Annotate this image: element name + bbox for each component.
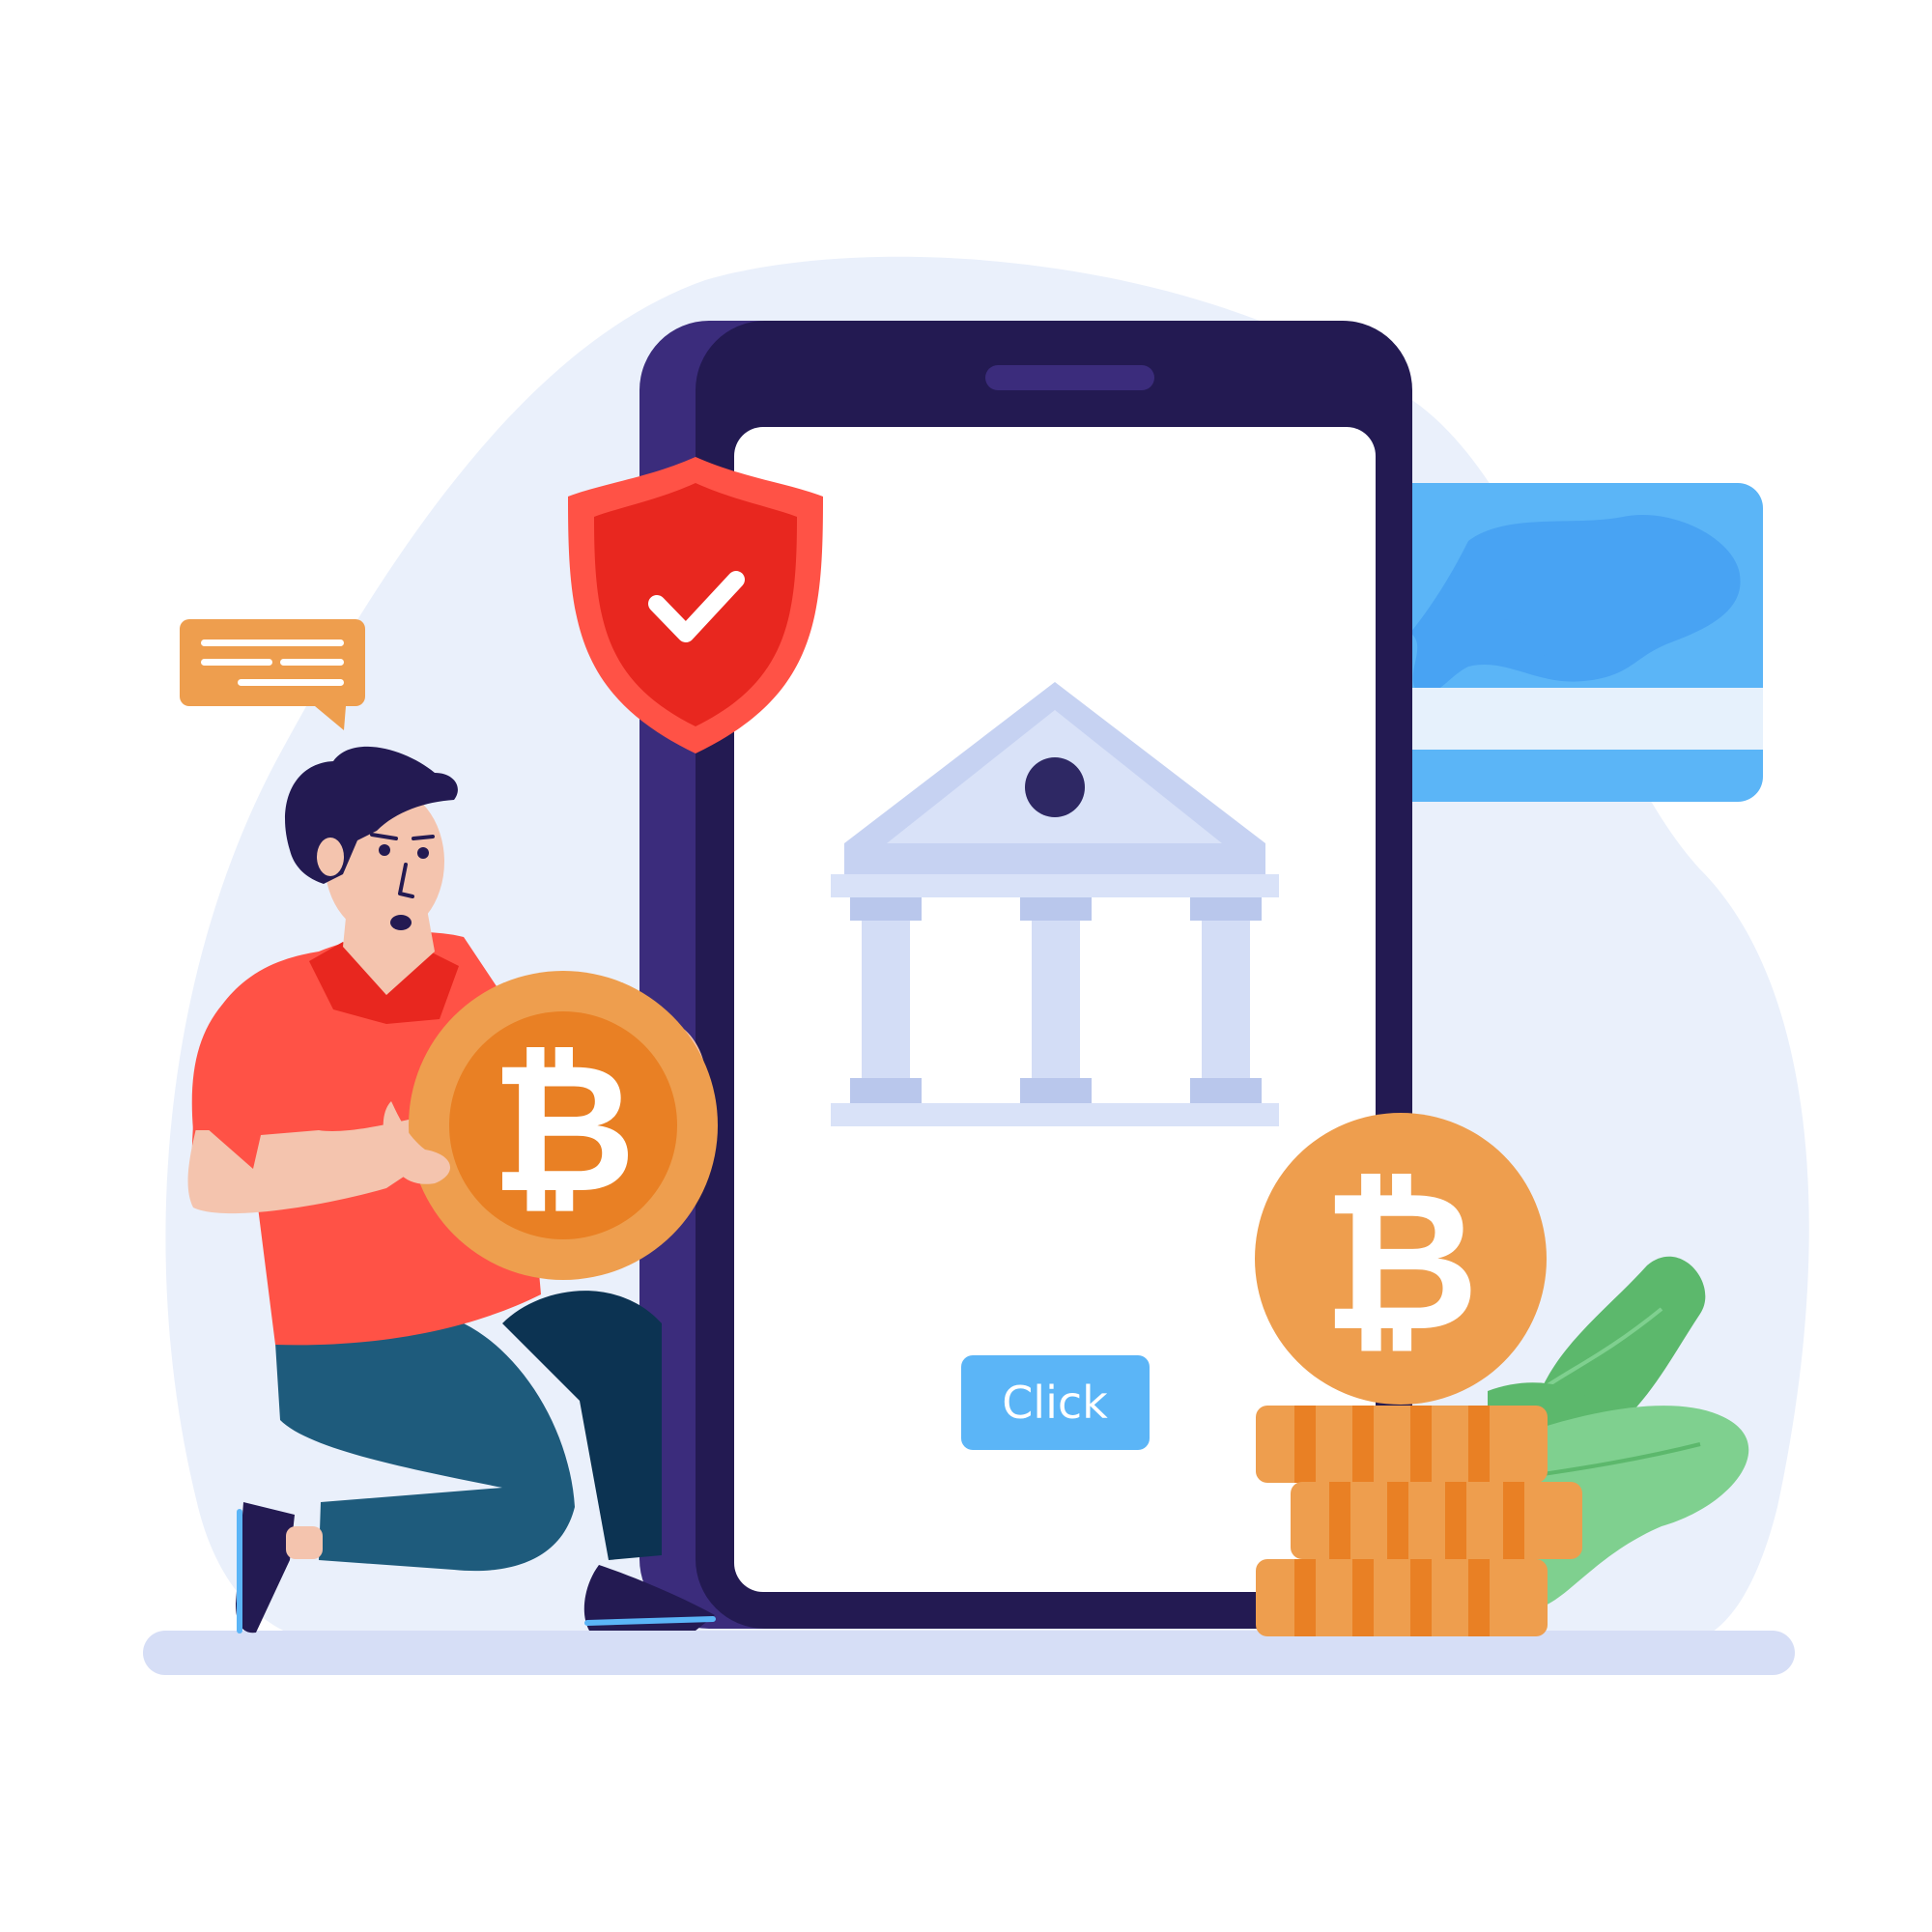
bitcoin-symbol: ₿ (1322, 1150, 1480, 1375)
phone-speaker (985, 365, 1154, 390)
bitcoin-banking-illustration: Click ₿ ₿ (143, 256, 1809, 1675)
coin-stack (1256, 1406, 1582, 1636)
ground-line (143, 1631, 1795, 1675)
chat-bubble-icon (180, 619, 365, 730)
bank-dot (1025, 757, 1085, 817)
held-bitcoin-symbol: ₿ (491, 1024, 637, 1233)
bitcoin-icon: ₿ (1255, 1113, 1547, 1405)
click-button-label: Click (1002, 1377, 1108, 1429)
click-button[interactable]: Click (961, 1355, 1150, 1450)
